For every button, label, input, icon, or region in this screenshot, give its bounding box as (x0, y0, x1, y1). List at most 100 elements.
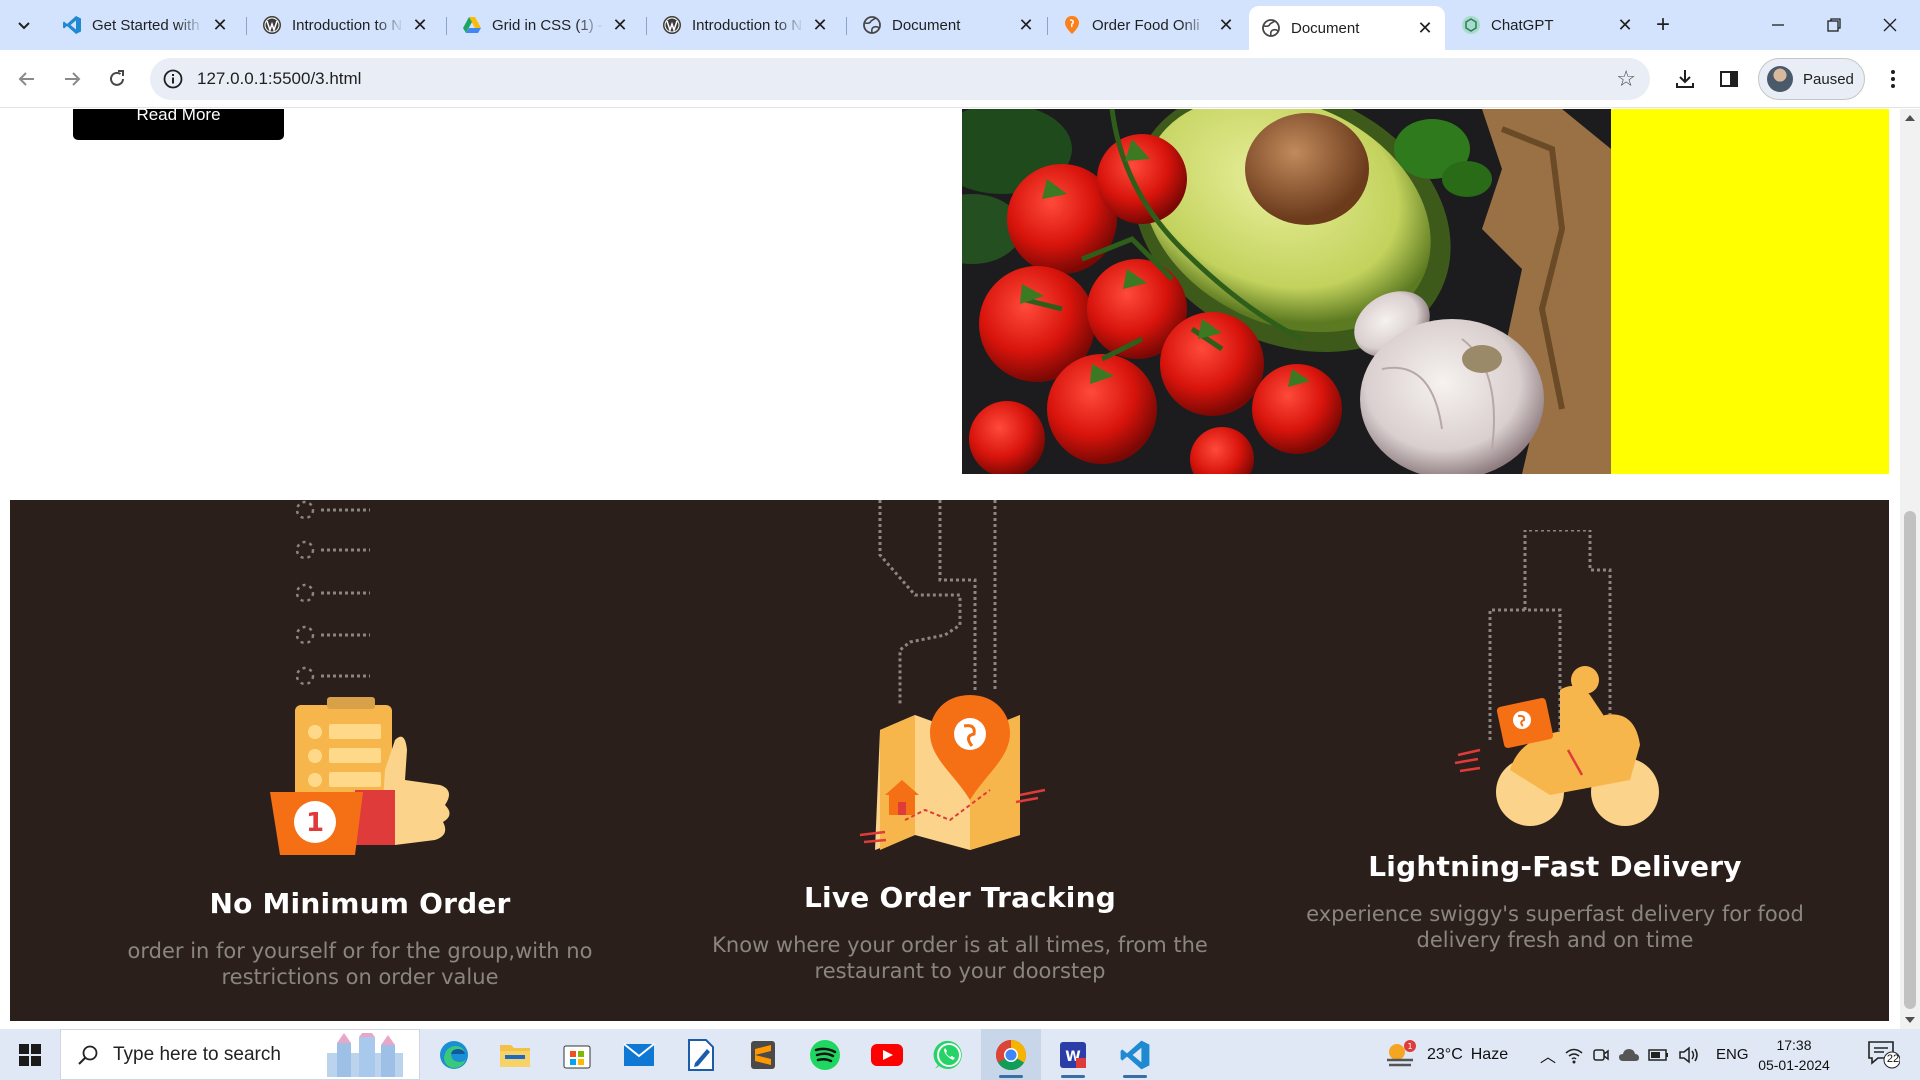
taskbar-sublime-text[interactable] (733, 1029, 793, 1080)
taskbar-youtube[interactable] (857, 1029, 917, 1080)
weather-haze-icon: 1 (1387, 1039, 1416, 1066)
side-panel-icon (1720, 71, 1738, 87)
tab-title: Introduction to N (292, 16, 403, 34)
system-tray: ︿ ENG (1540, 1029, 1749, 1080)
globe-icon (1261, 18, 1281, 38)
whatsapp-icon (933, 1040, 962, 1069)
tab-title: Order Food Onli (1092, 16, 1200, 34)
download-icon (1676, 70, 1694, 88)
taskbar-mail[interactable] (609, 1029, 669, 1080)
scrollbar-thumb[interactable] (1904, 511, 1916, 1009)
taskbar-word-app[interactable]: W (1043, 1029, 1103, 1080)
close-icon[interactable]: ✕ (1216, 15, 1236, 35)
profile-status-label: Paused (1803, 70, 1854, 88)
close-icon[interactable]: ✕ (410, 15, 430, 35)
restore-button[interactable] (1806, 0, 1862, 50)
search-icon (78, 1045, 98, 1065)
back-button[interactable] (10, 62, 44, 96)
read-more-button[interactable]: Read More (73, 109, 284, 140)
browser-toolbar: 127.0.0.1:5500/3.html ☆ Paused (0, 50, 1920, 108)
vscode-icon (1120, 1040, 1150, 1069)
tab-title: Introduction to N (692, 16, 803, 34)
taskbar-whatsapp[interactable] (919, 1029, 979, 1080)
close-icon[interactable]: ✕ (1615, 15, 1635, 35)
wordpress-icon (662, 15, 682, 35)
info-icon[interactable] (162, 68, 184, 90)
google-drive-icon (462, 15, 482, 35)
tab-separator (646, 17, 647, 35)
browser-tab[interactable]: Introduction to N ✕ (650, 6, 840, 44)
address-bar[interactable]: 127.0.0.1:5500/3.html ☆ (150, 58, 1650, 100)
close-icon[interactable]: ✕ (1016, 15, 1036, 35)
feature-title: No Minimum Order (209, 887, 511, 920)
taskbar-clock[interactable]: 17:38 05-01-2024 (1754, 1035, 1834, 1075)
meet-now-icon[interactable] (1592, 1046, 1610, 1064)
taskbar-vscode[interactable] (1105, 1029, 1165, 1080)
wifi-icon[interactable] (1564, 1046, 1584, 1064)
spotify-icon (810, 1039, 840, 1070)
tab-separator (1047, 17, 1048, 35)
tab-search-button[interactable] (8, 9, 40, 41)
taskbar-search-box[interactable]: Type here to search (60, 1029, 420, 1080)
browser-tab[interactable]: Document ✕ (850, 6, 1046, 44)
plus-icon: + (1655, 11, 1670, 38)
battery-icon[interactable] (1648, 1048, 1670, 1062)
tab-title: ChatGPT (1491, 16, 1554, 34)
scroll-down-arrow-icon[interactable] (1905, 1017, 1915, 1023)
feature-description: restaurant to your doorstep (814, 959, 1106, 983)
browser-tab[interactable]: Grid in CSS (1) - ✕ (450, 6, 640, 44)
profile-button[interactable]: Paused (1758, 58, 1865, 100)
onedrive-icon[interactable] (1618, 1047, 1640, 1063)
browser-tab[interactable]: Introduction to N ✕ (250, 6, 440, 44)
downloads-button[interactable] (1668, 62, 1702, 96)
globe-icon (862, 15, 882, 35)
url-text[interactable]: 127.0.0.1:5500/3.html (197, 69, 361, 89)
notification-center-button[interactable]: 22 (1866, 1039, 1901, 1069)
minimize-button[interactable] (1750, 0, 1806, 50)
taskbar-file-explorer[interactable] (485, 1029, 545, 1080)
features-section: 1 No Minimum Order order in for yourself… (10, 500, 1889, 1021)
scroll-up-arrow-icon[interactable] (1905, 115, 1915, 121)
feature-title: Lightning-Fast Delivery (1368, 850, 1742, 883)
folder-icon (500, 1044, 530, 1067)
svg-text:1: 1 (306, 808, 324, 838)
taskbar-chrome[interactable] (981, 1029, 1041, 1080)
side-panel-button[interactable] (1712, 62, 1746, 96)
weather-widget[interactable]: 1 23°C Haze (1383, 1029, 1508, 1080)
restore-icon (1827, 18, 1841, 32)
tab-title: Grid in CSS (1) - (492, 16, 603, 34)
close-window-button[interactable] (1862, 0, 1918, 50)
reload-button[interactable] (100, 62, 134, 96)
browser-tab[interactable]: ChatGPT ✕ (1449, 6, 1645, 44)
edge-icon (440, 1040, 468, 1069)
sublime-text-icon (751, 1040, 775, 1069)
taskbar-edge[interactable] (424, 1029, 484, 1080)
page-scrollbar[interactable] (1900, 109, 1920, 1029)
close-icon[interactable]: ✕ (210, 15, 230, 35)
start-button[interactable] (0, 1029, 60, 1080)
browser-tab[interactable]: Order Food Onli ✕ (1050, 6, 1246, 44)
minimize-icon (1772, 24, 1784, 26)
forward-button[interactable] (55, 62, 89, 96)
taskbar-spotify[interactable] (795, 1029, 855, 1080)
show-hidden-icons-chevron-icon[interactable]: ︿ (1540, 1043, 1556, 1067)
browser-tab[interactable]: Get Started with ✕ (50, 6, 240, 44)
taskbar-pdf-editor[interactable] (671, 1029, 731, 1080)
windows-logo-icon (19, 1043, 41, 1066)
clock-time: 17:38 (1776, 1037, 1812, 1053)
close-icon[interactable]: ✕ (810, 15, 830, 35)
browser-tab-active[interactable]: Document ✕ (1249, 6, 1445, 50)
close-icon[interactable]: ✕ (1415, 18, 1435, 38)
volume-icon[interactable] (1678, 1045, 1700, 1064)
taskbar-microsoft-store[interactable] (547, 1029, 607, 1080)
arrow-right-icon (65, 72, 81, 86)
weather-badge: 1 (1407, 1042, 1412, 1051)
new-tab-button[interactable]: + (1648, 10, 1678, 40)
browser-menu-button[interactable] (1876, 62, 1910, 96)
language-indicator[interactable]: ENG (1716, 1046, 1749, 1063)
bookmark-star-icon[interactable]: ☆ (1616, 66, 1636, 92)
close-icon (1883, 18, 1897, 32)
store-icon (563, 1045, 591, 1068)
yellow-panel (1611, 109, 1889, 474)
close-icon[interactable]: ✕ (610, 15, 630, 35)
